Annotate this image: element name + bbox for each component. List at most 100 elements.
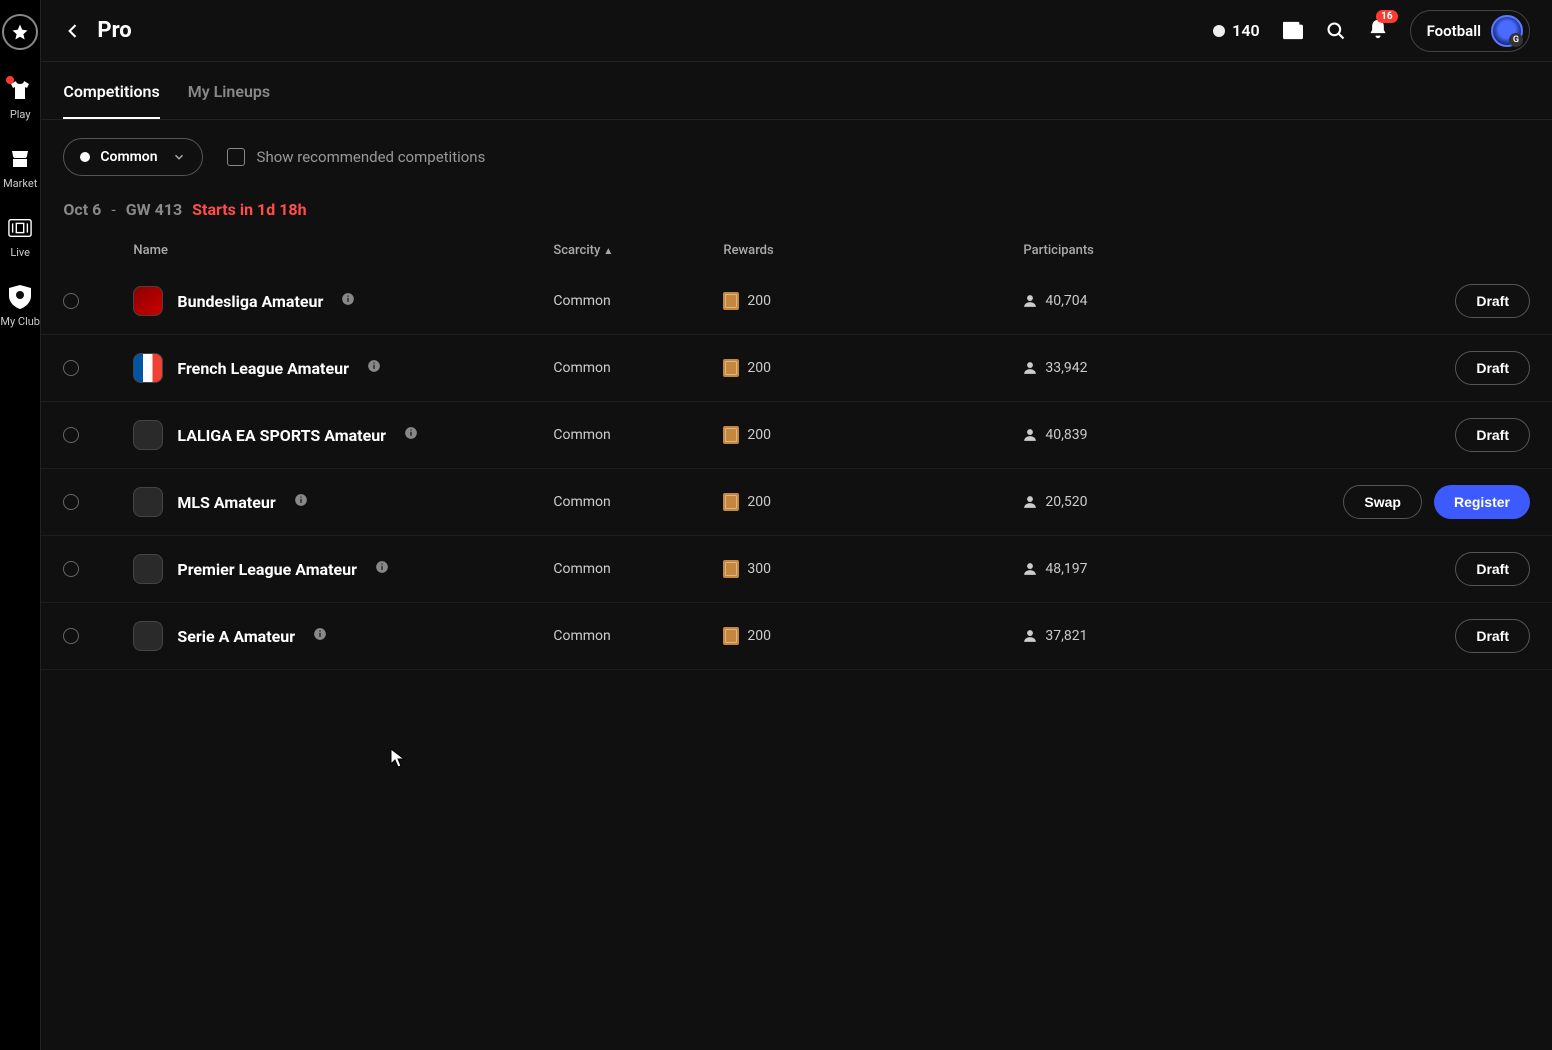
info-icon[interactable] [375, 560, 389, 578]
logo-button[interactable] [2, 14, 38, 50]
back-button[interactable] [63, 21, 83, 41]
competition-name: MLS Amateur [177, 493, 275, 512]
rewards-cell: 300 [723, 560, 1023, 578]
sidebar-item-myclub[interactable]: My Club [0, 285, 40, 328]
sidebar-label: My Club [0, 315, 40, 328]
coin-balance[interactable]: 140 [1213, 21, 1259, 40]
rewards-value: 200 [747, 427, 771, 443]
row-select-radio[interactable] [63, 293, 79, 309]
table-body: Bundesliga AmateurCommon20040,704DraftFr… [41, 268, 1552, 670]
row-actions: Draft [1455, 284, 1530, 318]
scarcity-value: Common [553, 427, 723, 443]
swap-button[interactable]: Swap [1343, 485, 1422, 519]
tab-my-lineups[interactable]: My Lineups [188, 82, 270, 119]
sort-asc-icon: ▲ [603, 246, 613, 257]
info-icon[interactable] [404, 426, 418, 444]
scarcity-filter[interactable]: Common [63, 138, 202, 176]
card-reward-icon [723, 426, 739, 444]
card-reward-icon [723, 359, 739, 377]
checkbox-icon [227, 148, 245, 166]
row-select-radio[interactable] [63, 360, 79, 376]
table-row[interactable]: LALIGA EA SPORTS Amateur Common 200 40,839 D… [41, 402, 1552, 469]
participants-value: 40,839 [1045, 427, 1087, 443]
sidebar-item-market[interactable]: Market [3, 147, 37, 190]
participants-cell: 33,942 [1023, 360, 1343, 376]
scarcity-value: Common [553, 494, 723, 510]
info-icon[interactable] [313, 627, 327, 645]
person-icon [1023, 495, 1037, 509]
row-select-radio[interactable] [63, 561, 79, 577]
competition-name: LALIGA EA SPORTS Amateur [177, 426, 386, 445]
gw-number: GW 413 [126, 200, 182, 219]
row-actions: Draft [1455, 619, 1530, 653]
wallet-button[interactable] [1282, 21, 1304, 41]
person-icon [1023, 428, 1037, 442]
rewards-cell: 200 [723, 359, 1023, 377]
card-reward-icon [723, 292, 739, 310]
sport-selector[interactable]: Football [1410, 10, 1530, 52]
recommended-toggle[interactable]: Show recommended competitions [227, 148, 486, 166]
sidebar-label: Live [10, 246, 30, 259]
draft-button[interactable]: Draft [1455, 619, 1530, 653]
rewards-cell: 200 [723, 627, 1023, 645]
table-row[interactable]: MLS Amateur Common 200 20,520 Swap Register [41, 469, 1552, 536]
col-name[interactable]: Name [133, 243, 553, 258]
gw-date: Oct 6 [63, 200, 101, 219]
topbar-right: 140 16 Football [1213, 10, 1530, 52]
sub-tabs: Competitions My Lineups [41, 62, 1552, 119]
draft-button[interactable]: Draft [1455, 284, 1530, 318]
card-reward-icon [723, 560, 739, 578]
draft-button[interactable]: Draft [1455, 418, 1530, 452]
competition-name: French League Amateur [177, 359, 349, 378]
sidebar-item-live[interactable]: Live [8, 216, 32, 259]
avatar [1491, 15, 1523, 47]
gw-countdown: Starts in 1d 18h [192, 200, 306, 219]
participants-value: 48,197 [1045, 561, 1087, 577]
search-button[interactable] [1326, 21, 1346, 41]
main: Pro 140 16 Football Competitions [41, 0, 1552, 1050]
row-select-radio[interactable] [63, 628, 79, 644]
competition-name: Premier League Amateur [177, 560, 357, 579]
rewards-cell: 200 [723, 292, 1023, 310]
rewards-value: 200 [747, 494, 771, 510]
league-badge-icon [133, 286, 163, 316]
competition-name: Bundesliga Amateur [177, 292, 323, 311]
scarcity-dot-icon [80, 152, 90, 162]
league-badge-icon [133, 487, 163, 517]
topbar: Pro 140 16 Football [41, 0, 1552, 62]
table-row[interactable]: French League AmateurCommon20033,942Draf… [41, 335, 1552, 402]
person-icon [1023, 562, 1037, 576]
info-icon[interactable] [294, 493, 308, 511]
draft-button[interactable]: Draft [1455, 351, 1530, 385]
participants-cell: 37,821 [1023, 628, 1343, 644]
gameweek-header: Oct 6 - GW 413 Starts in 1d 18h [41, 194, 1552, 233]
info-icon[interactable] [367, 359, 381, 377]
scarcity-value: Common [553, 561, 723, 577]
scarcity-value: Common [553, 628, 723, 644]
row-actions: Swap Register [1343, 485, 1530, 519]
topbar-left: Pro [63, 18, 131, 43]
sidebar-item-play[interactable]: Play [8, 78, 32, 121]
table-row[interactable]: Bundesliga AmateurCommon20040,704Draft [41, 268, 1552, 335]
filter-bar: Common Show recommended competitions [41, 120, 1552, 194]
row-select-radio[interactable] [63, 494, 79, 510]
col-participants[interactable]: Participants [1023, 243, 1343, 258]
coin-icon [1213, 25, 1225, 37]
person-icon [1023, 294, 1037, 308]
draft-button[interactable]: Draft [1455, 552, 1530, 586]
participants-cell: 40,704 [1023, 293, 1343, 309]
tab-competitions[interactable]: Competitions [63, 82, 159, 119]
info-icon[interactable] [341, 292, 355, 310]
participants-value: 20,520 [1045, 494, 1087, 510]
col-rewards[interactable]: Rewards [723, 243, 1023, 258]
table-row[interactable]: Premier League Amateur Common300 48,197 Dra… [41, 536, 1552, 603]
live-icon [8, 216, 32, 240]
notifications-button[interactable]: 16 [1368, 18, 1388, 44]
card-reward-icon [723, 627, 739, 645]
row-select-radio[interactable] [63, 427, 79, 443]
rewards-value: 200 [747, 360, 771, 376]
participants-value: 37,821 [1045, 628, 1087, 644]
table-row[interactable]: Serie A AmateurCommon20037,821Draft [41, 603, 1552, 670]
register-button[interactable]: Register [1434, 485, 1530, 519]
col-scarcity[interactable]: Scarcity▲ [553, 243, 723, 258]
